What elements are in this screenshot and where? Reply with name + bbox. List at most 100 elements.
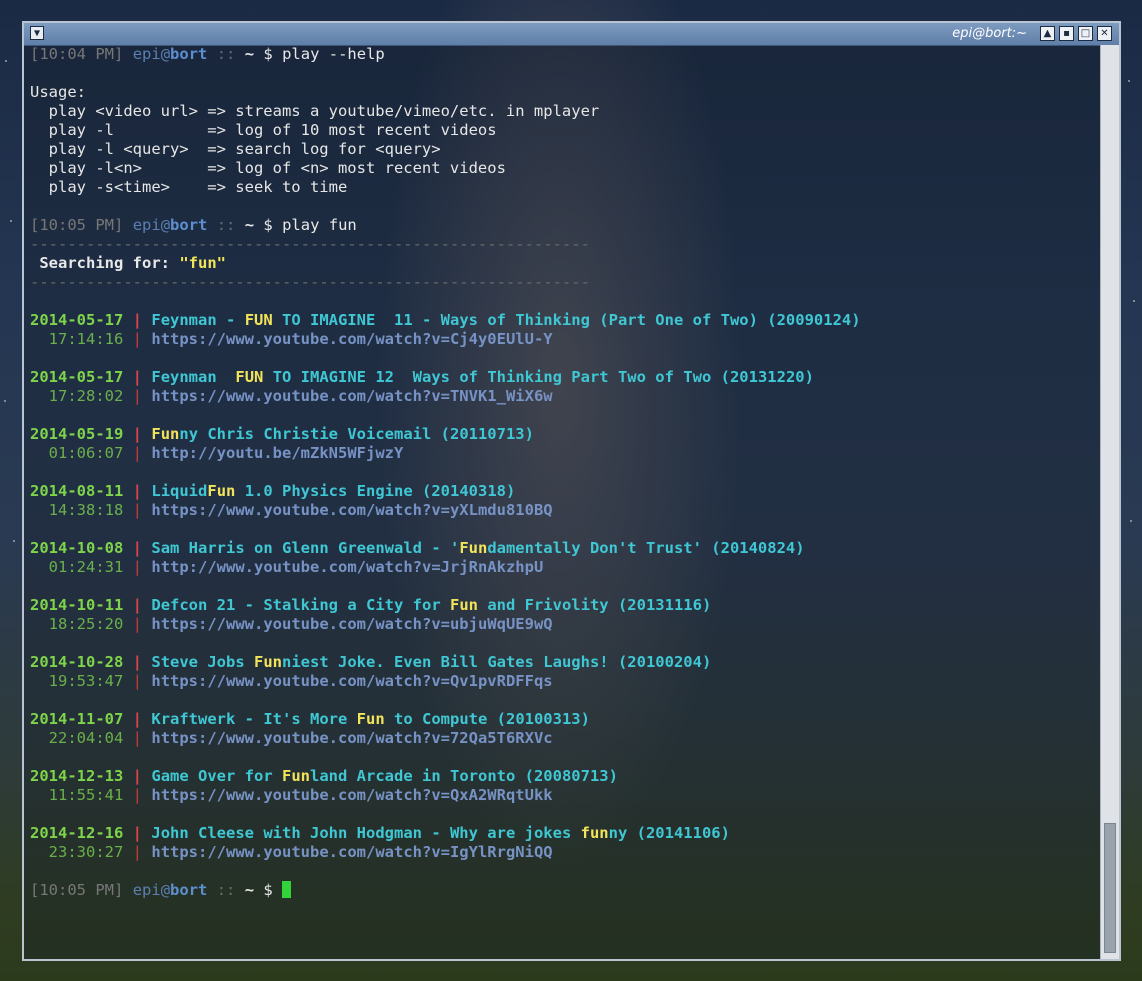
result-url[interactable]: https://www.youtube.com/watch?v=Cj4y0EUl… <box>151 330 552 348</box>
result-url[interactable]: https://www.youtube.com/watch?v=IgYlRrgN… <box>151 843 552 861</box>
search-highlight: Fun <box>282 767 311 785</box>
result-title-line: 2014-08-11 | LiquidFun 1.0 Physics Engin… <box>30 482 515 501</box>
maximize-icon[interactable]: □ <box>1078 26 1093 41</box>
result-date: 2014-10-28 <box>30 653 124 671</box>
shade-icon[interactable]: ▲ <box>1040 26 1055 41</box>
result-date: 2014-05-17 <box>30 368 124 386</box>
result-time: 17:14:16 <box>48 330 124 348</box>
result-url[interactable]: http://youtu.be/mZkN5WFjwzY <box>151 444 403 462</box>
terminal-output[interactable]: [10:04 PM] epi@bort :: ~ $ play --help U… <box>28 45 1098 957</box>
result-date: 2014-11-07 <box>30 710 124 728</box>
separator-line: ----------------------------------------… <box>30 273 590 291</box>
result-divider: | <box>132 767 143 785</box>
result-url[interactable]: http://www.youtube.com/watch?v=JrjRnAkzh… <box>151 558 543 576</box>
text-cursor <box>282 881 292 898</box>
result-title: Feynman FUN TO IMAGINE 12 Ways of Thinki… <box>151 368 814 386</box>
result-title: Funny Chris Christie Voicemail (20110713… <box>151 425 534 443</box>
result-time: 19:53:47 <box>48 672 124 690</box>
result-url-line: 01:24:31 | http://www.youtube.com/watch?… <box>30 558 544 577</box>
scrollbar[interactable] <box>1100 45 1119 959</box>
result-title-line: 2014-10-28 | Steve Jobs Funniest Joke. E… <box>30 653 711 672</box>
result-divider: | <box>132 710 143 728</box>
result-divider: | <box>132 368 143 386</box>
result-date: 2014-05-19 <box>30 425 124 443</box>
result-divider: | <box>132 824 143 842</box>
result-url[interactable]: https://www.youtube.com/watch?v=yXLmdu81… <box>151 501 552 519</box>
search-highlight: Fun <box>356 710 385 728</box>
scrollbar-thumb[interactable] <box>1104 823 1116 953</box>
result-title-line: 2014-10-08 | Sam Harris on Glenn Greenwa… <box>30 539 805 558</box>
window-menu-icon[interactable]: ▼ <box>30 26 44 40</box>
result-divider: | <box>132 539 143 557</box>
result-url-line: 23:30:27 | https://www.youtube.com/watch… <box>30 843 553 862</box>
window-titlebar[interactable]: ▼ epi@bort:~ ▲ ▪ □ ✕ <box>24 23 1119 46</box>
result-divider: | <box>132 425 143 443</box>
result-url-line: 18:25:20 | https://www.youtube.com/watch… <box>30 615 553 634</box>
search-highlight: FUN <box>235 368 264 386</box>
result-url[interactable]: https://www.youtube.com/watch?v=ubjuWqUE… <box>151 615 552 633</box>
separator-line: ----------------------------------------… <box>30 235 590 253</box>
result-time: 14:38:18 <box>48 501 124 519</box>
result-url-line: 14:38:18 | https://www.youtube.com/watch… <box>30 501 553 520</box>
result-date: 2014-12-16 <box>30 824 124 842</box>
result-url[interactable]: https://www.youtube.com/watch?v=QxA2WRqt… <box>151 786 552 804</box>
result-title-line: 2014-05-19 | Funny Chris Christie Voicem… <box>30 425 534 444</box>
result-divider: | <box>132 615 143 633</box>
minimize-icon[interactable]: ▪ <box>1059 26 1074 41</box>
result-title-line: 2014-10-11 | Defcon 21 - Stalking a City… <box>30 596 711 615</box>
result-divider: | <box>132 311 143 329</box>
result-title: Game Over for Funland Arcade in Toronto … <box>151 767 618 785</box>
terminal-window: ▼ epi@bort:~ ▲ ▪ □ ✕ [10:04 PM] epi@bort… <box>22 21 1121 961</box>
result-date: 2014-05-17 <box>30 311 124 329</box>
result-divider: | <box>132 501 143 519</box>
prompt-line: [10:05 PM] epi@bort :: ~ $ <box>30 881 292 900</box>
result-date: 2014-08-11 <box>30 482 124 500</box>
result-time: 23:30:27 <box>48 843 124 861</box>
search-heading: Searching for: "fun" <box>39 254 227 272</box>
result-divider: | <box>132 653 143 671</box>
search-highlight: Fun <box>459 539 488 557</box>
result-url-line: 19:53:47 | https://www.youtube.com/watch… <box>30 672 553 691</box>
result-title: Feynman - FUN TO IMAGINE 11 - Ways of Th… <box>151 311 861 329</box>
search-highlight: fun <box>580 824 609 842</box>
result-title: LiquidFun 1.0 Physics Engine (20140318) <box>151 482 516 500</box>
result-title-line: 2014-05-17 | Feynman - FUN TO IMAGINE 11… <box>30 311 861 330</box>
prompt-line: [10:05 PM] epi@bort :: ~ $ play fun <box>30 216 357 234</box>
result-url[interactable]: https://www.youtube.com/watch?v=Qv1pvRDF… <box>151 672 552 690</box>
result-url-line: 17:28:02 | https://www.youtube.com/watch… <box>30 387 553 406</box>
result-title-line: 2014-12-13 | Game Over for Funland Arcad… <box>30 767 618 786</box>
result-title-line: 2014-05-17 | Feynman FUN TO IMAGINE 12 W… <box>30 368 814 387</box>
result-divider: | <box>132 558 143 576</box>
result-url[interactable]: https://www.youtube.com/watch?v=TNVK1_Wi… <box>151 387 552 405</box>
result-divider: | <box>132 330 143 348</box>
usage-line: play -s<time> => seek to time <box>30 178 348 196</box>
result-url-line: 22:04:04 | https://www.youtube.com/watch… <box>30 729 553 748</box>
result-title: Sam Harris on Glenn Greenwald - 'Fundame… <box>151 539 805 557</box>
search-highlight: FUN <box>244 311 273 329</box>
result-title-line: 2014-12-16 | John Cleese with John Hodgm… <box>30 824 730 843</box>
result-divider: | <box>132 482 143 500</box>
search-highlight: Fun <box>254 653 283 671</box>
result-url[interactable]: https://www.youtube.com/watch?v=72Qa5T6R… <box>151 729 552 747</box>
result-title: Defcon 21 - Stalking a City for Fun and … <box>151 596 712 614</box>
usage-line: play -l<n> => log of <n> most recent vid… <box>30 159 506 177</box>
result-url-line: 17:14:16 | https://www.youtube.com/watch… <box>30 330 553 349</box>
result-date: 2014-10-08 <box>30 539 124 557</box>
result-time: 22:04:04 <box>48 729 124 747</box>
usage-line: play -l <query> => search log for <query… <box>30 140 441 158</box>
search-highlight: Fun <box>207 482 236 500</box>
result-divider: | <box>132 786 143 804</box>
result-divider: | <box>132 843 143 861</box>
result-divider: | <box>132 596 143 614</box>
result-title: Kraftwerk - It's More Fun to Compute (20… <box>151 710 590 728</box>
usage-line: play <video url> => streams a youtube/vi… <box>30 102 600 120</box>
close-icon[interactable]: ✕ <box>1097 26 1112 41</box>
result-time: 11:55:41 <box>48 786 124 804</box>
result-divider: | <box>132 672 143 690</box>
result-date: 2014-10-11 <box>30 596 124 614</box>
result-title: John Cleese with John Hodgman - Why are … <box>151 824 730 842</box>
result-time: 18:25:20 <box>48 615 124 633</box>
result-time: 17:28:02 <box>48 387 124 405</box>
prompt-line: [10:04 PM] epi@bort :: ~ $ play --help <box>30 45 385 63</box>
usage-line: play -l => log of 10 most recent videos <box>30 121 497 139</box>
